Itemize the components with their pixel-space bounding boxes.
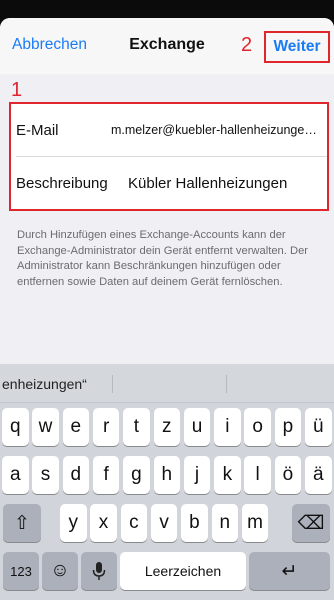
key-i[interactable]: i	[214, 408, 241, 446]
key-c[interactable]: c	[120, 504, 148, 542]
key-k[interactable]: k	[214, 456, 241, 494]
key-e[interactable]: e	[62, 408, 90, 446]
email-row[interactable]: E-Mail m.melzer@kuebler-hallenheizungen.…	[11, 104, 327, 156]
key-o[interactable]: o	[244, 408, 271, 446]
email-label: E-Mail	[16, 121, 59, 139]
cancel-button[interactable]: Abbrechen	[12, 36, 87, 54]
key-a[interactable]: a	[2, 456, 29, 494]
microphone-icon	[92, 562, 106, 580]
prediction-suggestion[interactable]: enheizungen“	[2, 376, 87, 392]
key-j[interactable]: j	[183, 456, 211, 494]
next-button[interactable]: Weiter	[264, 31, 330, 63]
return-key[interactable]: ↵	[249, 552, 330, 590]
prediction-divider	[112, 375, 113, 393]
key-ä[interactable]: ä	[305, 456, 332, 494]
key-f[interactable]: f	[92, 456, 120, 494]
key-b[interactable]: b	[181, 504, 208, 542]
emoji-key[interactable]: ☺	[42, 552, 78, 590]
dictation-key[interactable]	[81, 552, 117, 590]
key-ö[interactable]: ö	[274, 456, 302, 494]
description-label: Beschreibung	[16, 174, 108, 192]
annotation-number-1: 1	[11, 79, 23, 101]
key-n[interactable]: n	[211, 504, 238, 542]
account-sheet: Abbrechen Exchange 2 Weiter 1 E-Mail m.m…	[0, 18, 334, 600]
key-u[interactable]: u	[183, 408, 211, 446]
account-form: E-Mail m.melzer@kuebler-hallenheizungen.…	[9, 102, 329, 211]
key-d[interactable]: d	[62, 456, 90, 494]
key-m[interactable]: m	[241, 504, 269, 542]
annotation-number-2: 2	[241, 34, 253, 56]
key-w[interactable]: w	[32, 408, 59, 446]
key-t[interactable]: t	[123, 408, 150, 446]
shift-key[interactable]: ⇧	[3, 504, 41, 542]
key-r[interactable]: r	[92, 408, 120, 446]
key-y[interactable]: y	[60, 504, 87, 542]
key-s[interactable]: s	[32, 456, 59, 494]
info-text: Durch Hinzufügen eines Exchange-Accounts…	[17, 229, 309, 288]
key-l[interactable]: l	[244, 456, 271, 494]
prediction-bar: enheizungen“	[0, 364, 334, 403]
key-z[interactable]: z	[153, 408, 180, 446]
prediction-divider	[226, 375, 227, 393]
emoji-icon: ☺	[50, 560, 70, 581]
key-g[interactable]: g	[123, 456, 150, 494]
space-key[interactable]: Leerzeichen	[120, 552, 246, 590]
key-x[interactable]: x	[90, 504, 117, 542]
description-row[interactable]: Beschreibung Kübler Hallenheizungen	[11, 157, 327, 209]
keyboard: enheizungen“ qwertzuiopü asdfghjklöä yxc…	[0, 364, 334, 600]
navigation-bar: Abbrechen Exchange 2 Weiter	[0, 18, 334, 74]
key-v[interactable]: v	[150, 504, 178, 542]
numbers-key[interactable]: 123	[3, 552, 39, 590]
key-h[interactable]: h	[153, 456, 180, 494]
key-p[interactable]: p	[274, 408, 302, 446]
key-q[interactable]: q	[2, 408, 29, 446]
key-ü[interactable]: ü	[305, 408, 332, 446]
delete-key[interactable]: ⌫	[292, 504, 330, 542]
description-field[interactable]: Kübler Hallenheizungen	[128, 175, 324, 192]
email-field[interactable]: m.melzer@kuebler-hallenheizungen.de	[111, 123, 321, 137]
